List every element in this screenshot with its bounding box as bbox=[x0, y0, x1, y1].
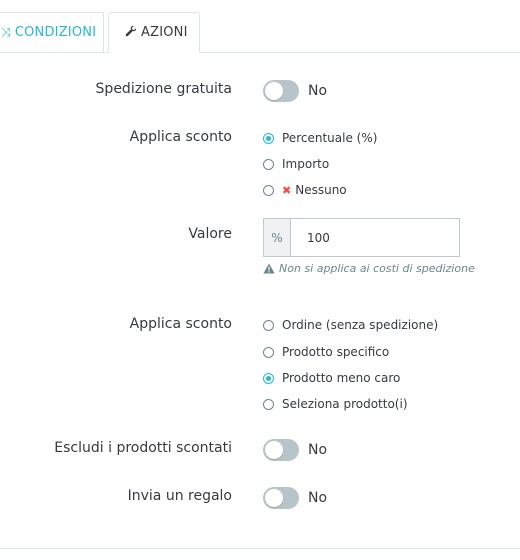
radio-button[interactable] bbox=[263, 319, 274, 331]
value-help-text: Non si applica ai costi di spedizione bbox=[279, 262, 475, 275]
exclude-discounted-label: Escludi i prodotti scontati bbox=[54, 440, 232, 456]
radio-percent-label: Percentuale (%) bbox=[282, 131, 378, 145]
radio-specific-product-label: Prodotto specifico bbox=[282, 345, 390, 359]
toggle-track[interactable] bbox=[263, 487, 299, 509]
free-shipping-state: No bbox=[308, 83, 328, 99]
toggle-track[interactable] bbox=[263, 80, 299, 102]
radio-button[interactable] bbox=[263, 158, 274, 170]
close-icon: ✖ bbox=[282, 183, 292, 197]
radio-percent[interactable]: Percentuale (%) bbox=[263, 131, 377, 145]
toggle-knob bbox=[265, 441, 283, 459]
radio-order[interactable]: Ordine (senza spedizione) bbox=[263, 318, 438, 332]
value-input[interactable] bbox=[291, 219, 459, 256]
radio-button-checked[interactable] bbox=[263, 372, 274, 384]
footer-divider bbox=[0, 548, 520, 549]
toggle-knob bbox=[265, 82, 283, 100]
percent-addon: % bbox=[264, 219, 291, 256]
send-gift-switch[interactable]: No bbox=[263, 487, 327, 509]
radio-cheapest-product[interactable]: Prodotto meno caro bbox=[263, 371, 400, 385]
radio-amount[interactable]: Importo bbox=[263, 157, 329, 171]
radio-specific-product[interactable]: Prodotto specifico bbox=[263, 345, 389, 359]
tab-actions[interactable]: AZIONI bbox=[108, 12, 200, 53]
radio-none-label: Nessuno bbox=[295, 183, 347, 197]
radio-button-checked[interactable] bbox=[263, 132, 274, 144]
tab-actions-label: AZIONI bbox=[141, 25, 188, 40]
free-shipping-label: Spedizione gratuita bbox=[95, 81, 232, 97]
free-shipping-switch[interactable]: No bbox=[263, 80, 327, 102]
value-label: Valore bbox=[188, 226, 232, 242]
apply-discount-to-label: Applica sconto bbox=[129, 316, 232, 332]
apply-discount-label: Applica sconto bbox=[129, 129, 232, 145]
radio-button[interactable] bbox=[263, 346, 274, 358]
send-gift-state: No bbox=[308, 490, 328, 506]
tabs-divider bbox=[0, 52, 520, 53]
radio-select-products-label: Seleziona prodotto(i) bbox=[282, 397, 408, 411]
radio-amount-label: Importo bbox=[282, 157, 330, 171]
value-help: Non si applica ai costi di spedizione bbox=[263, 262, 475, 275]
radio-button[interactable] bbox=[263, 184, 274, 196]
toggle-track[interactable] bbox=[263, 439, 299, 461]
wrench-icon bbox=[125, 25, 137, 40]
radio-cheapest-product-label: Prodotto meno caro bbox=[282, 371, 401, 385]
radio-none[interactable]: ✖ Nessuno bbox=[263, 183, 347, 197]
send-gift-label: Invia un regalo bbox=[127, 488, 232, 504]
random-icon: ⤨ bbox=[1, 25, 11, 39]
tab-bar: ⤨ CONDIZIONI AZIONI bbox=[0, 0, 520, 53]
toggle-knob bbox=[265, 489, 283, 507]
tab-conditions[interactable]: ⤨ CONDIZIONI bbox=[0, 12, 104, 52]
radio-button[interactable] bbox=[263, 398, 274, 410]
exclude-discounted-state: No bbox=[308, 442, 328, 458]
exclude-discounted-switch[interactable]: No bbox=[263, 439, 327, 461]
tab-conditions-label: CONDIZIONI bbox=[14, 25, 97, 40]
warning-icon bbox=[263, 263, 275, 274]
radio-order-label: Ordine (senza spedizione) bbox=[282, 318, 439, 332]
radio-select-products[interactable]: Seleziona prodotto(i) bbox=[263, 397, 408, 411]
value-input-group: % bbox=[263, 218, 460, 257]
